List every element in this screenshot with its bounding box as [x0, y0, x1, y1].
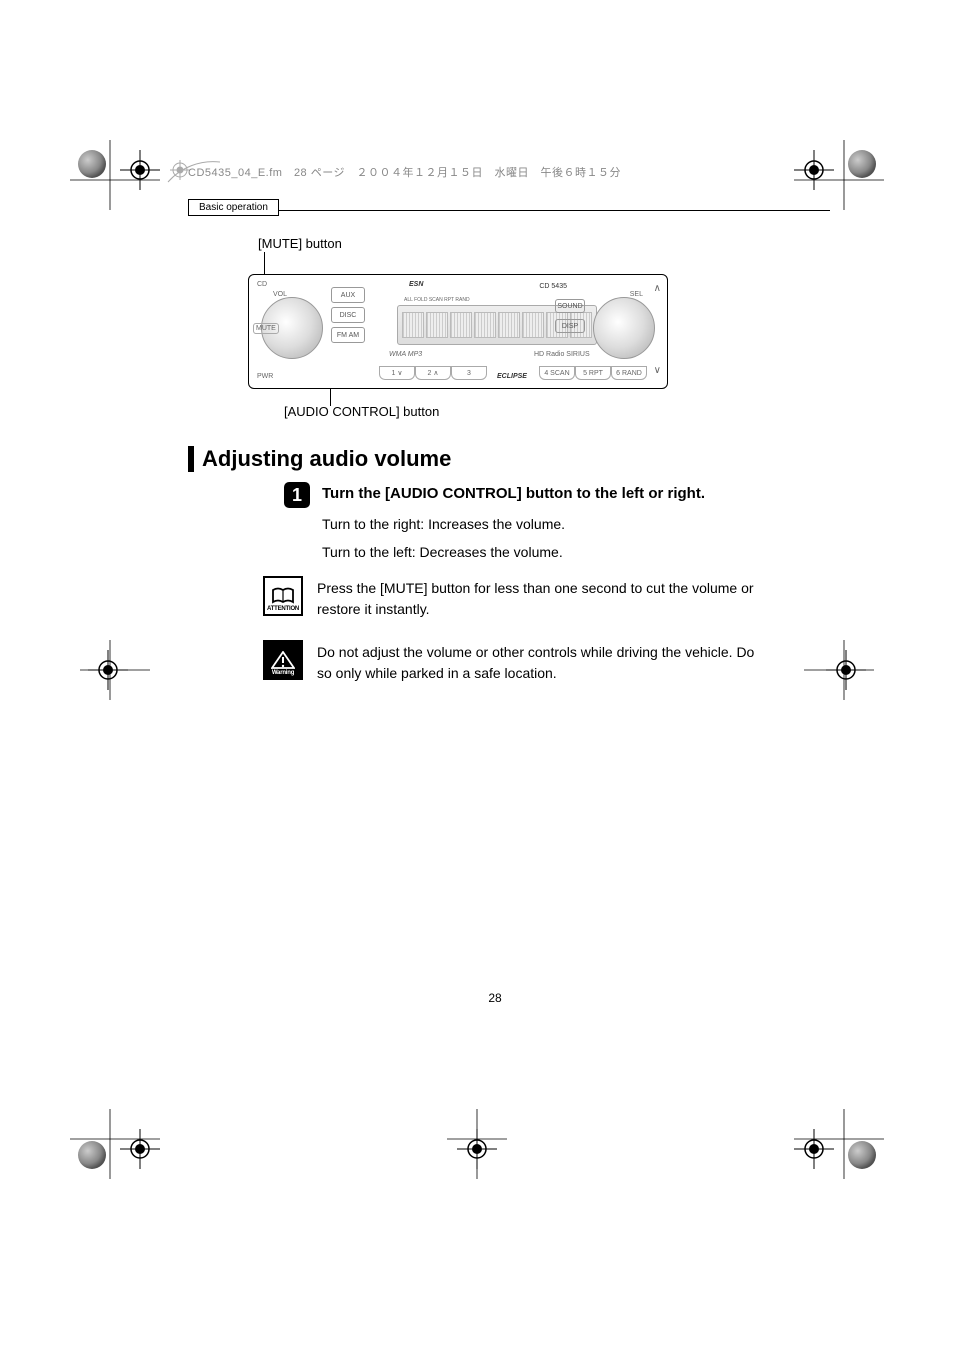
file-header: CD5435_04_E.fm 28 ページ ２００４年１２月１５日 水曜日 午後… — [188, 164, 621, 180]
lcd-top-text: ALL FOLD SCAN RPT RAND — [404, 297, 470, 303]
header-rule — [188, 210, 830, 211]
step-instruction: Turn the [AUDIO CONTROL] button to the l… — [322, 482, 705, 508]
aux-button: AUX — [331, 287, 365, 303]
page-number: 28 — [160, 991, 830, 1005]
leader-line — [264, 252, 265, 276]
attention-callout: ATTENTION Press the [MUTE] button for le… — [263, 576, 780, 620]
attention-book-icon: ATTENTION — [263, 576, 303, 616]
warning-label: Warning — [272, 670, 294, 676]
body-text: Turn to the left: Decreases the volume. — [322, 544, 563, 560]
pwr-btn-label: PWR — [257, 373, 273, 380]
chevron-up-icon: ∧ — [654, 283, 661, 294]
sel-label: SEL — [630, 291, 643, 298]
crop-guides — [70, 140, 160, 210]
radio-logos: HD Radio SIRIUS — [534, 351, 590, 358]
preset-2: 2 ∧ — [415, 366, 451, 380]
sound-button: SOUND — [555, 299, 585, 313]
section-title: Adjusting audio volume — [202, 446, 451, 472]
warning-triangle-icon: Warning — [263, 640, 303, 680]
attention-text: Press the [MUTE] button for less than on… — [317, 576, 757, 620]
section-bar-icon — [188, 446, 194, 472]
preset-1: 1 ∨ — [379, 366, 415, 380]
left-button-column: AUX DISC FM AM — [331, 287, 365, 343]
step-number-badge: 1 — [284, 482, 310, 508]
device-illustration: CD VOL MUTE PWR AUX DISC FM AM ESN CD 54… — [248, 274, 668, 389]
audio-control-callout-label: [AUDIO CONTROL] button — [284, 404, 439, 419]
preset-button-row-2: 4 SCAN 5 RPT 6 RAND — [539, 366, 647, 380]
preset-5: 5 RPT — [575, 366, 611, 380]
eclipse-logo: ECLIPSE — [497, 373, 527, 380]
section-breadcrumb: Basic operation — [188, 199, 279, 216]
crop-guides — [80, 640, 150, 700]
preset-button-row: 1 ∨ 2 ∧ 3 — [379, 366, 487, 380]
warning-callout: Warning Do not adjust the volume or othe… — [263, 640, 780, 684]
preset-6: 6 RAND — [611, 366, 647, 380]
cd-label: CD — [257, 281, 267, 288]
fm-am-button: FM AM — [331, 327, 365, 343]
disp-button: DISP — [555, 319, 585, 333]
body-text: Turn to the right: Increases the volume. — [322, 516, 565, 532]
right-button-column: SOUND DISP — [555, 299, 585, 333]
chevron-down-icon: ∨ — [654, 365, 661, 376]
crop-guides — [70, 1109, 160, 1179]
attention-label: ATTENTION — [267, 606, 299, 612]
preset-3: 3 — [451, 366, 487, 380]
model-label: CD 5435 — [539, 283, 567, 290]
disc-button: DISC — [331, 307, 365, 323]
mute-button-callout-label: [MUTE] button — [258, 236, 342, 251]
audio-control-knob — [593, 297, 655, 359]
wma-mp3-label: WMA MP3 — [389, 351, 422, 358]
warning-text: Do not adjust the volume or other contro… — [317, 640, 757, 684]
brand-label: ESN — [409, 281, 423, 288]
step-row: 1 Turn the [AUDIO CONTROL] button to the… — [284, 482, 705, 508]
page-content: CD5435_04_E.fm 28 ページ ２００４年１２月１５日 水曜日 午後… — [160, 150, 830, 1200]
preset-4: 4 SCAN — [539, 366, 575, 380]
mute-btn-label: MUTE — [253, 323, 279, 334]
section-heading: Adjusting audio volume — [188, 446, 451, 472]
